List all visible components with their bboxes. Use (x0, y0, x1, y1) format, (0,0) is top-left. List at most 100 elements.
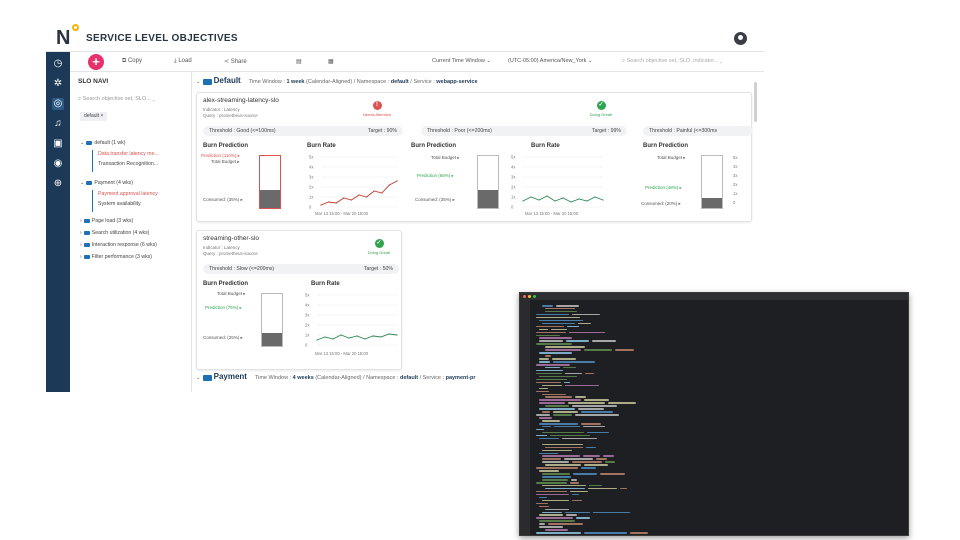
scrollbar[interactable] (754, 82, 757, 122)
tree-item[interactable]: Data transfer latency me... (98, 151, 159, 157)
code-line (536, 343, 572, 345)
chart-icon[interactable]: ▤ (296, 58, 302, 65)
terminal-window[interactable] (519, 292, 909, 536)
slo-query: Query : prometheus-source (203, 251, 258, 256)
data-point (358, 194, 360, 196)
code-line (542, 431, 584, 434)
y-tick-label: 3x (305, 313, 310, 318)
global-search-input[interactable]: ⌕ Search objective set, SLO, indicator..… (622, 58, 722, 70)
timezone-select[interactable]: (UTC-05:00) America/New_York ⌄ (508, 58, 593, 70)
code-line (566, 325, 580, 328)
data-point (335, 202, 337, 204)
code-line (615, 349, 634, 351)
share-button[interactable]: ≺ Share (224, 58, 247, 65)
maximize-icon[interactable] (533, 295, 536, 298)
group-header[interactable]: ⌄ Default Time Window : 1 week (Calendar-A… (196, 76, 478, 85)
code-line (587, 487, 617, 490)
code-line (571, 405, 617, 407)
load-button[interactable]: ⤓ Load (174, 58, 192, 65)
chevron-down-icon: ⌄ (152, 96, 155, 102)
time-window-select[interactable]: Current Time Window ⌄ (432, 58, 491, 70)
data-point (332, 338, 334, 340)
code-line (572, 473, 598, 475)
data-point (396, 180, 398, 182)
check-icon: ✓ (374, 239, 384, 248)
slo-icon[interactable]: ◎ (52, 98, 64, 110)
slo-name: alex-streaming-latency-slo (203, 97, 279, 104)
data-point (372, 335, 374, 337)
code-line (545, 405, 569, 407)
tree-item[interactable]: › Interaction response (6 wks) (80, 242, 157, 248)
status-badge: ! Needs Attention (362, 101, 392, 117)
data-point (522, 200, 524, 202)
clock-icon[interactable]: ◷ (52, 58, 64, 70)
threshold-pill: Threshold : Poor (<=200ms) Target : 99% (421, 126, 627, 136)
left-nav: ◷ ✲ ◎ ♫ ▣ ◉ ⊕ (46, 52, 70, 392)
chart-title: Burn Rate (311, 281, 340, 287)
code-line (586, 446, 596, 449)
chart-title: Burn Prediction (643, 143, 689, 149)
code-line (548, 523, 583, 525)
minimize-icon[interactable] (528, 295, 531, 298)
grid-icon[interactable]: ▦ (328, 58, 334, 65)
user-avatar-icon[interactable] (734, 32, 747, 45)
code-line (536, 313, 569, 316)
tree-item[interactable]: Transaction Recognition... (98, 161, 158, 167)
code-line (564, 458, 593, 460)
slo-query: Query : prometheus-source (203, 113, 258, 118)
code-line (542, 473, 570, 475)
filter-chip[interactable]: default × (80, 112, 108, 121)
code-line (539, 505, 550, 508)
group-header[interactable]: ⌄ Payment Time Window : 4 weeks (Calendar-… (196, 372, 476, 381)
code-line (550, 434, 591, 437)
slo-navigator: SLO NAVI ⌕ Search objective set, SLO... … (70, 72, 192, 392)
tree-item[interactable]: › Page load (3 wks) (80, 218, 133, 224)
add-button[interactable]: + (88, 54, 104, 70)
code-line (542, 499, 570, 502)
code-line (600, 473, 626, 475)
data-point (343, 197, 345, 199)
code-line (539, 361, 550, 363)
add-circle-icon[interactable]: ⊕ (52, 178, 64, 190)
sidebar-search-input[interactable]: ⌕ Search objective set, SLO... ⌄ (78, 96, 186, 106)
close-icon[interactable]: × (100, 113, 103, 119)
code-line (605, 461, 615, 463)
tree-item[interactable]: ⌄ Payment (4 wks) (80, 180, 133, 186)
y-tick-label: 2x (309, 185, 314, 190)
tree-item[interactable]: ⌄ default (1 wk) (80, 140, 126, 146)
code-line (566, 514, 577, 516)
tree-item[interactable]: › Filter performance (3 wks) (80, 254, 152, 260)
code-line (539, 526, 563, 528)
code-line (564, 372, 582, 375)
code-line (595, 458, 607, 460)
check-icon: ✓ (596, 101, 606, 110)
y-tick-label: 0 (733, 200, 736, 205)
close-icon[interactable] (523, 295, 526, 298)
code-line (602, 455, 614, 457)
y-tick-label: 1x (511, 195, 516, 200)
data-point (530, 196, 532, 198)
budget-label: Total Budget ▸ (217, 291, 246, 296)
data-point (381, 192, 383, 194)
chevron-down-icon: ⌄ (587, 58, 593, 64)
budget-label: Total Budget ▸ (211, 159, 240, 164)
code-line (542, 443, 584, 446)
code-line (545, 396, 573, 398)
tree-item[interactable]: System availability (98, 201, 141, 207)
data-point (366, 196, 368, 198)
data-point (570, 201, 572, 203)
data-point (324, 336, 326, 338)
chart-title: Burn Prediction (203, 143, 249, 149)
tree-item[interactable]: › Search utilization (4 wks) (80, 230, 149, 236)
document-icon[interactable]: ▣ (52, 138, 64, 150)
network-icon[interactable]: ✲ (52, 78, 64, 90)
code-line (592, 511, 631, 513)
tree-item[interactable]: Payment approval latency (98, 191, 158, 197)
code-line (536, 372, 562, 375)
copy-button[interactable]: ⧉ Copy (122, 58, 142, 65)
code-line (536, 517, 574, 519)
share-icon: ≺ (224, 59, 231, 65)
bell-icon[interactable]: ♫ (52, 118, 64, 130)
gauge-icon[interactable]: ◉ (52, 158, 64, 170)
burn-bar (701, 155, 723, 209)
